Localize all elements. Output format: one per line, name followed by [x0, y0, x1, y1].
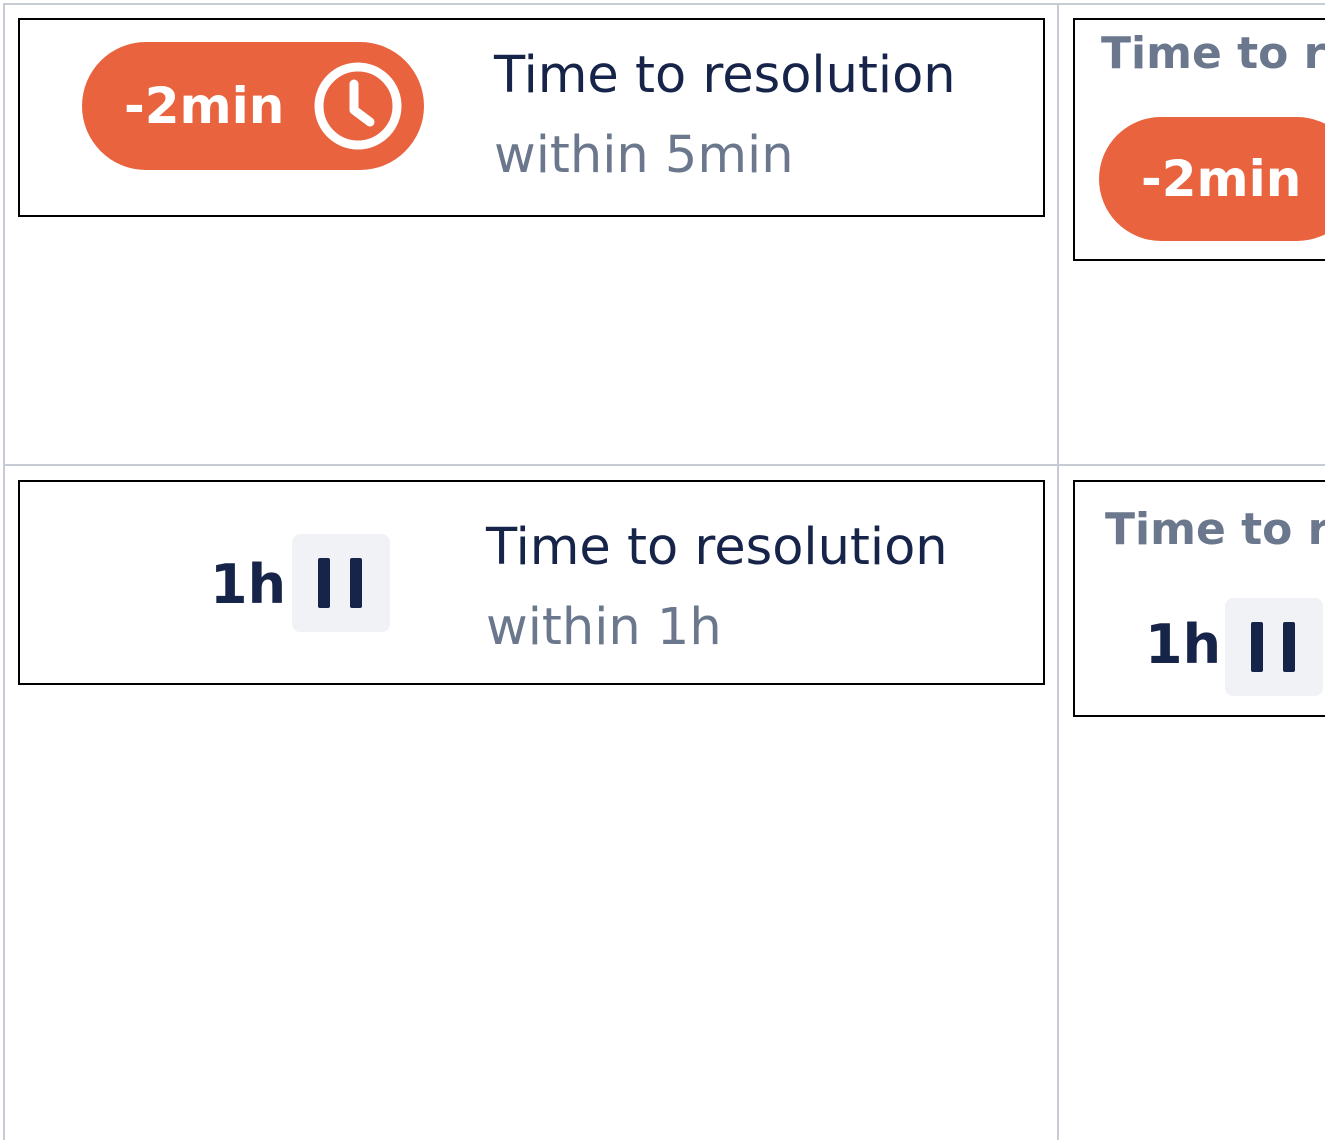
sla-remaining-time: -2min: [1141, 150, 1302, 208]
sla-remaining-time: -2min: [124, 77, 285, 135]
sla-goal: within 1h: [486, 598, 722, 657]
sla-preview-grid: -2min Time to resolution within 5min Tim…: [0, 0, 1325, 1140]
pause-bar: [1283, 622, 1295, 672]
sla-card-breached-compact: Time to re -2min: [1073, 18, 1325, 261]
sla-card-paused-expanded: 1h Time to resolution within 1h: [18, 480, 1045, 685]
sla-card-breached-expanded: -2min Time to resolution within 5min: [18, 18, 1045, 217]
clock-icon: [314, 62, 402, 150]
breached-sla-lozenge: -2min: [1099, 117, 1325, 241]
grid-divider: [1057, 4, 1059, 1140]
grid-divider: [3, 464, 1325, 466]
grid-divider: [3, 4, 5, 1140]
pause-bar: [318, 558, 330, 608]
pause-bar: [350, 558, 362, 608]
pause-bar: [1251, 622, 1263, 672]
sla-goal: within 5min: [494, 126, 794, 185]
sla-title: Time to re: [1101, 28, 1325, 79]
grid-divider: [3, 3, 1325, 5]
sla-remaining-time: 1h: [1145, 613, 1222, 676]
sla-title: Time to resolution: [486, 518, 948, 577]
sla-remaining-time: 1h: [210, 553, 287, 616]
sla-title: Time to r: [1105, 504, 1325, 555]
pause-icon: [1225, 598, 1323, 696]
sla-title: Time to resolution: [494, 46, 956, 105]
breached-sla-lozenge: -2min: [82, 42, 424, 170]
pause-icon: [292, 534, 390, 632]
sla-card-paused-compact: Time to r 1h: [1073, 480, 1325, 717]
